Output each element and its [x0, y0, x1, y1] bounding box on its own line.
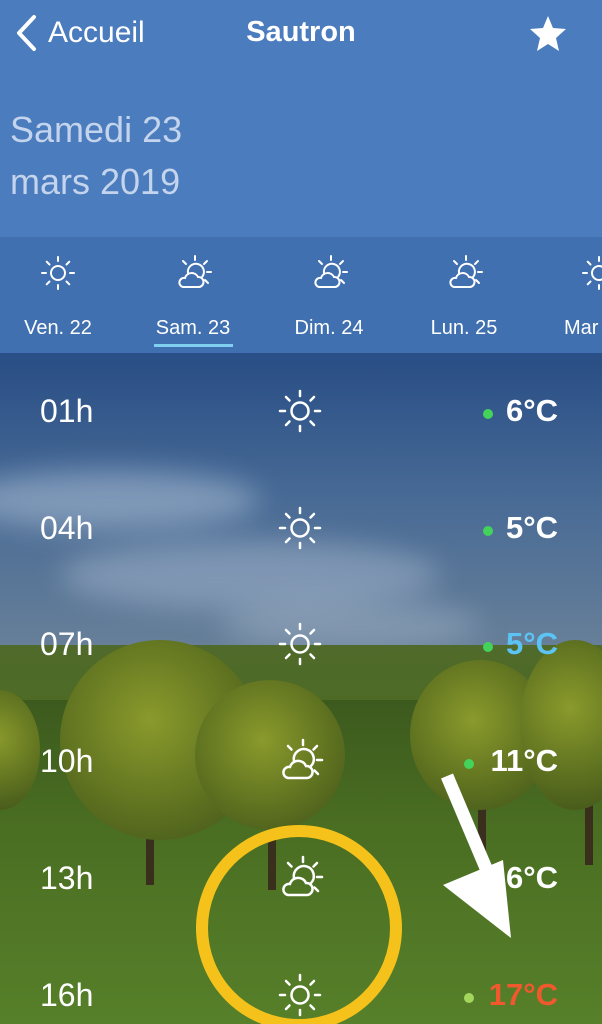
hour-row: 10h 11°C: [0, 737, 602, 797]
temperature-dot: [464, 759, 474, 769]
temperature-value: 5°C: [505, 510, 558, 545]
date-month-year: mars 2019: [10, 161, 181, 202]
partly-cloudy-icon: [314, 255, 348, 288]
temperature-dot: [464, 993, 474, 1003]
day-label: Sam. 23: [155, 317, 231, 339]
temperature-value: 6°C: [505, 860, 558, 895]
hour-row: 01h 6°C: [0, 387, 602, 447]
temperature-value: 11°C: [490, 743, 558, 778]
temperature-value: 5°C: [505, 626, 558, 661]
sun-icon: [278, 389, 322, 433]
sun-icon: [582, 256, 602, 290]
day-tab-ven-22[interactable]: Ven. 22: [0, 237, 123, 353]
hour-label: 04h: [40, 510, 94, 546]
partly-cloudy-icon: [178, 255, 212, 288]
sun-icon: [278, 973, 322, 1017]
temperature-dot: [483, 642, 493, 652]
sun-icon: [278, 506, 322, 550]
hour-row: 04h 5°C: [0, 504, 602, 564]
hour-label: 01h: [40, 393, 94, 429]
date-weekday: Samedi 23: [10, 109, 183, 150]
star-icon[interactable]: [528, 14, 568, 54]
hour-label: 10h: [40, 743, 94, 779]
day-tab-mar[interactable]: Mar: [534, 237, 602, 353]
partly-cloudy-icon: [282, 855, 324, 897]
sun-icon: [278, 622, 322, 666]
temperature-dot: [483, 526, 493, 536]
partly-cloudy-icon: [282, 738, 324, 780]
selected-day-indicator: [154, 344, 233, 347]
partly-cloudy-icon: [449, 255, 483, 288]
day-selector: Ven. 22 Sam. 23 Dim. 24 Lun. 25 Mar: [0, 237, 602, 353]
day-label: Mar: [564, 317, 599, 339]
hour-label: 13h: [40, 860, 94, 896]
day-label: Dim. 24: [294, 317, 364, 339]
temperature-value: 17°C: [488, 977, 558, 1012]
selected-date: Samedi 23 mars 2019: [10, 104, 182, 208]
hour-row: 16h 17°C: [0, 971, 602, 1024]
hour-row: 13h 6°C: [0, 854, 602, 914]
sun-icon: [41, 256, 75, 290]
hour-label: 16h: [40, 977, 94, 1013]
day-tab-lun-25[interactable]: Lun. 25: [399, 237, 529, 353]
day-tab-dim-24[interactable]: Dim. 24: [264, 237, 394, 353]
page-title: Sautron: [246, 16, 356, 48]
temperature-value: 6°C: [505, 393, 558, 428]
hour-row: 07h 5°C: [0, 620, 602, 680]
day-label: Lun. 25: [430, 317, 498, 339]
hour-label: 07h: [40, 626, 94, 662]
temperature-dot: [483, 409, 493, 419]
header: Accueil Sautron Samedi 23 mars 2019: [0, 0, 602, 237]
day-label: Ven. 22: [24, 317, 92, 339]
day-tab-sam-23[interactable]: Sam. 23: [128, 237, 258, 353]
